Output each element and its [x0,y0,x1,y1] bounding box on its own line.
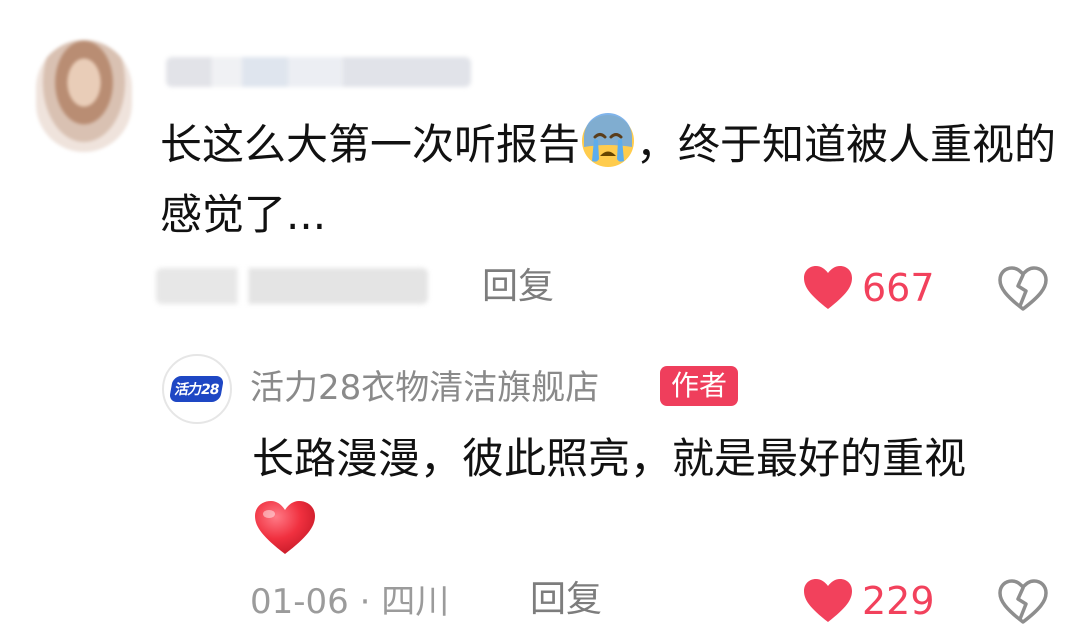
meta-separator: · [359,582,371,622]
comment-date-location-blurred [156,268,428,304]
reply-meta: 01-06 · 四川 [250,580,449,624]
heart-icon [804,579,852,622]
comment-text: 长这么大第一次听报告 ，终于知道被人重视的感觉了... [160,110,1065,250]
reply-location: 四川 [381,582,450,622]
reply-reply-button[interactable]: 回复 [530,580,602,620]
broken-heart-icon[interactable] [997,579,1049,625]
brand-logo: 活力28 [168,376,226,402]
comment-like-count: 667 [862,266,935,310]
reply-author-avatar[interactable]: 活力28 [162,354,232,424]
red-heart-emoji-icon [255,501,315,554]
commenter-avatar[interactable] [36,40,132,152]
reply-date: 01-06 [250,582,349,622]
comment-reply-button[interactable]: 回复 [482,267,554,307]
broken-heart-icon[interactable] [997,266,1049,312]
reply-like-count: 229 [862,579,935,623]
comment-like-button[interactable]: 667 [802,265,935,311]
heart-icon [804,266,852,309]
crying-face-emoji-icon [582,113,635,167]
reply-text: 长路漫漫，彼此照亮，就是最好的重视 [252,425,1062,557]
author-badge: 作者 [660,366,739,406]
reply-text-content: 长路漫漫，彼此照亮，就是最好的重视 [252,434,967,483]
comment-text-part1: 长这么大第一次听报告 [160,120,581,169]
reply-like-button[interactable]: 229 [802,578,935,624]
reply-author-name[interactable]: 活力28衣物清洁旗舰店 [250,366,599,410]
commenter-username-blurred[interactable] [166,57,471,87]
